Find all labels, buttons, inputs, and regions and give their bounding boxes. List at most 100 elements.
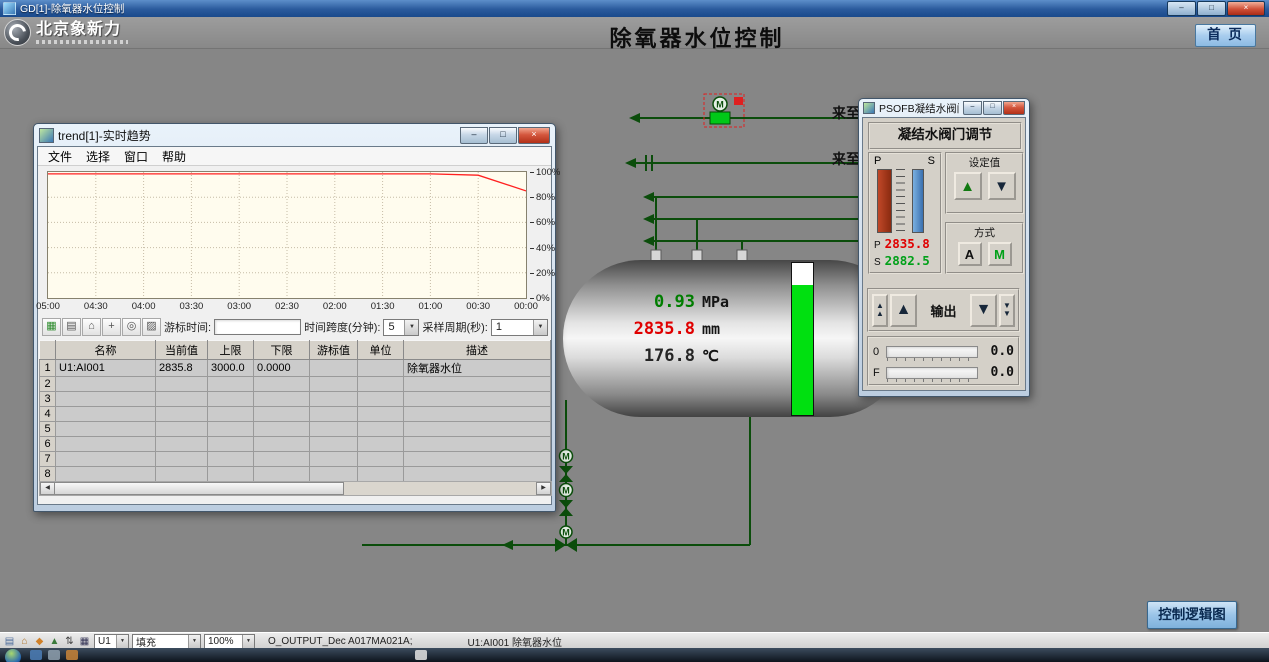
chevron-down-icon[interactable]: ▼ bbox=[533, 320, 547, 335]
trend-table-header[interactable]: 游标值 bbox=[310, 341, 358, 360]
chevron-down-icon[interactable]: ▼ bbox=[404, 320, 418, 335]
trend-maximize-button[interactable]: □ bbox=[489, 127, 517, 144]
window-icon[interactable]: ▤ bbox=[3, 635, 16, 648]
temperature-unit: ℃ bbox=[702, 347, 719, 365]
chevron-down-icon[interactable]: ▼ bbox=[116, 635, 128, 648]
valve-panel-title: 凝结水阀门调节 bbox=[868, 122, 1022, 150]
pressure-value: 0.93 bbox=[615, 292, 695, 312]
output-position-track bbox=[886, 346, 978, 358]
status-tag-info: U1:AI001 除氧器水位 bbox=[468, 634, 562, 649]
diamond-icon[interactable]: ◆ bbox=[33, 635, 46, 648]
taskbar-app-1[interactable] bbox=[30, 650, 42, 660]
timespan-dropdown[interactable]: 5 ▼ bbox=[383, 319, 419, 336]
setpoint-decrease-button[interactable]: ▼ bbox=[988, 172, 1016, 200]
valve-maximize-button[interactable]: □ bbox=[983, 101, 1002, 115]
trend-hscrollbar[interactable]: ◀ ▶ bbox=[39, 481, 552, 496]
output-fast-decrease-button[interactable]: ▼ ▼ bbox=[999, 294, 1015, 327]
hatch-grid-icon[interactable]: ▨ bbox=[142, 318, 161, 336]
trend-table-row[interactable]: 5 bbox=[40, 422, 551, 437]
window-close-button[interactable]: × bbox=[1227, 1, 1265, 16]
sample-period-dropdown[interactable]: 1 ▼ bbox=[491, 319, 548, 336]
trend-table-head: 名称当前值上限下限游标值单位描述 bbox=[40, 341, 551, 360]
condensate-inlet-valve[interactable]: M bbox=[704, 94, 744, 127]
scroll-left-icon[interactable]: ◀ bbox=[40, 482, 55, 495]
data-table-icon[interactable]: ▦ bbox=[42, 318, 61, 336]
trend-menu-item[interactable]: 帮助 bbox=[155, 148, 193, 165]
trend-table-header[interactable]: 上限 bbox=[208, 341, 254, 360]
trend-menu-item[interactable]: 窗口 bbox=[117, 148, 155, 165]
trend-menu-item[interactable]: 选择 bbox=[79, 148, 117, 165]
mode-auto-button[interactable]: A bbox=[958, 242, 982, 266]
valve-window-titlebar[interactable]: PSOFB凝结水阀门... – □ × bbox=[859, 99, 1029, 117]
temperature-readout: 176.8 ℃ bbox=[615, 346, 765, 373]
fill-mode-dropdown[interactable]: 填充 ▼ bbox=[132, 634, 201, 649]
trend-table-header[interactable]: 名称 bbox=[56, 341, 156, 360]
window-minimize-button[interactable]: – bbox=[1167, 1, 1196, 16]
output-increase-button[interactable]: ▲ bbox=[890, 294, 917, 327]
trend-table-row[interactable]: 4 bbox=[40, 407, 551, 422]
zoom-icon[interactable]: ◎ bbox=[122, 318, 141, 336]
trend-table-row[interactable]: 8 bbox=[40, 467, 551, 482]
chart-lines-icon[interactable]: ▤ bbox=[62, 318, 81, 336]
trend-table-row[interactable]: 2 bbox=[40, 377, 551, 392]
windows-taskbar[interactable] bbox=[0, 648, 1269, 662]
trend-table-header[interactable]: 描述 bbox=[404, 341, 551, 360]
pan-icon[interactable]: + bbox=[102, 318, 121, 336]
mode-label: 方式 bbox=[947, 225, 1022, 240]
mode-manual-button[interactable]: M bbox=[988, 242, 1012, 266]
scroll-thumb[interactable] bbox=[54, 482, 344, 495]
save-icon[interactable]: ▦ bbox=[78, 635, 91, 648]
tank-readouts: 0.93 MPa 2835.8 mm 176.8 ℃ bbox=[615, 292, 765, 373]
home-button[interactable]: 首 页 bbox=[1195, 24, 1256, 47]
trend-table-header[interactable]: 下限 bbox=[254, 341, 310, 360]
window-maximize-button[interactable]: □ bbox=[1197, 1, 1226, 16]
setpoint-increase-button[interactable]: ▲ bbox=[954, 172, 982, 200]
trend-menu-item[interactable]: 文件 bbox=[41, 148, 79, 165]
taskbar-app-2[interactable] bbox=[48, 650, 60, 660]
tank-level-fill bbox=[792, 285, 813, 415]
home-icon[interactable]: ⌂ bbox=[18, 635, 31, 648]
s-value-readout: S 2882.5 bbox=[874, 253, 930, 268]
trend-y-labels: 100%80%60%40%20%0% bbox=[530, 172, 558, 298]
trend-table-row[interactable]: 3 bbox=[40, 392, 551, 407]
taskbar-app-4[interactable] bbox=[415, 650, 427, 660]
scroll-right-icon[interactable]: ▶ bbox=[536, 482, 551, 495]
trend-table-header[interactable]: 当前值 bbox=[156, 341, 208, 360]
zoom-dropdown[interactable]: 100% ▼ bbox=[204, 634, 255, 649]
unit-dropdown[interactable]: U1 ▼ bbox=[94, 634, 129, 649]
trend-table-header[interactable]: 单位 bbox=[358, 341, 404, 360]
trend-table-row[interactable]: 1U1:AI0012835.83000.00.0000除氧器水位 bbox=[40, 360, 551, 377]
x-axis-tick: 03:30 bbox=[173, 301, 209, 312]
up-icon: ▲ bbox=[876, 310, 884, 318]
timespan-label: 时间跨度(分钟): bbox=[304, 319, 380, 335]
trend-table: 名称当前值上限下限游标值单位描述 1U1:AI0012835.83000.00.… bbox=[39, 340, 551, 482]
trend-table-row[interactable]: 6 bbox=[40, 437, 551, 452]
output-decrease-button[interactable]: ▼ bbox=[970, 294, 997, 327]
output-fast-increase-button[interactable]: ▲ ▲ bbox=[872, 294, 888, 327]
valve-close-button[interactable]: × bbox=[1003, 101, 1025, 115]
window-titlebar[interactable]: GD[1]-除氧器水位控制 – □ × bbox=[0, 0, 1269, 17]
trend-window-titlebar[interactable]: trend[1]-实时趋势 – □ × bbox=[34, 124, 555, 146]
start-button[interactable] bbox=[5, 649, 21, 662]
trend-minimize-button[interactable]: – bbox=[460, 127, 488, 144]
bottom-outlet-valve[interactable]: M bbox=[555, 526, 577, 552]
trend-window-title: trend[1]-实时趋势 bbox=[58, 127, 456, 144]
trend-chart[interactable] bbox=[47, 171, 527, 299]
taskbar-app-3[interactable] bbox=[66, 650, 78, 660]
x-axis-tick: 00:00 bbox=[508, 301, 544, 312]
valve-minimize-button[interactable]: – bbox=[963, 101, 982, 115]
drain-valve-1[interactable]: M bbox=[559, 450, 573, 483]
chevron-down-icon[interactable]: ▼ bbox=[242, 635, 254, 648]
trend-window-body: 文件选择窗口帮助 100%80%60%40%20%0% 05:0004:3004… bbox=[37, 146, 552, 505]
trend-table-header[interactable] bbox=[40, 341, 56, 360]
trend-table-row[interactable]: 7 bbox=[40, 452, 551, 467]
drain-valve-2[interactable]: M bbox=[559, 484, 573, 517]
chevron-down-icon[interactable]: ▼ bbox=[188, 635, 200, 648]
home-view-icon[interactable]: ⌂ bbox=[82, 318, 101, 336]
motor-label: M bbox=[562, 452, 570, 462]
trend-close-button[interactable]: × bbox=[518, 127, 550, 144]
arrow-up-icon[interactable]: ▲ bbox=[48, 635, 61, 648]
swap-arrows-icon[interactable]: ⇅ bbox=[63, 635, 76, 648]
control-logic-button[interactable]: 控制逻辑图 bbox=[1147, 601, 1237, 629]
cursor-time-field[interactable] bbox=[214, 319, 301, 335]
